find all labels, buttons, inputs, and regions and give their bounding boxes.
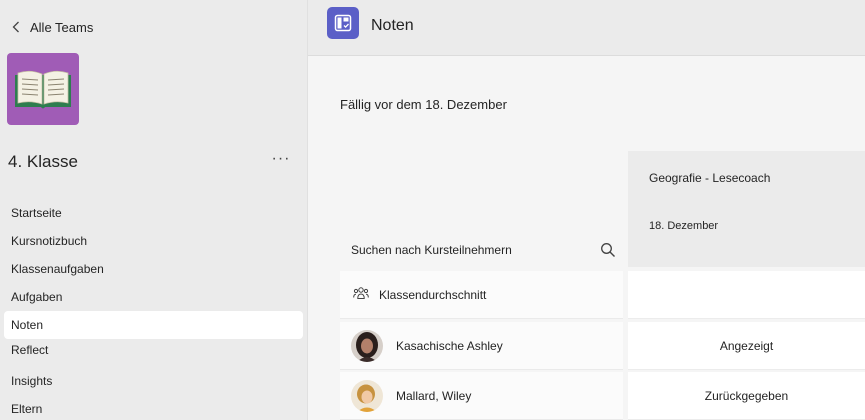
sidebar: Alle Teams 4. Klasse ··· Startseite Kurs… [0, 0, 308, 420]
sidebar-item-startseite[interactable]: Startseite [4, 199, 303, 227]
search-label: Suchen nach Kursteilnehmern [351, 243, 512, 257]
class-average-label: Klassendurchschnitt [379, 287, 487, 302]
team-navigation: Startseite Kursnotizbuch Klassenaufgaben… [4, 199, 303, 420]
back-to-teams-button[interactable]: Alle Teams [8, 14, 93, 40]
chevron-left-icon [8, 21, 24, 33]
team-name: 4. Klasse [8, 152, 78, 171]
sidebar-item-eltern[interactable]: Eltern [4, 395, 303, 420]
due-date-heading: Fällig vor dem 18. Dezember [340, 97, 507, 112]
student-avatar [351, 329, 383, 362]
class-average-row: Klassendurchschnitt [340, 271, 623, 319]
search-icon[interactable] [595, 237, 621, 263]
student-row[interactable]: Mallard, Wiley [340, 372, 623, 420]
back-label: Alle Teams [30, 19, 94, 35]
grade-status-cell[interactable]: Angezeigt [628, 322, 865, 370]
student-row[interactable]: Kasachische Ashley [340, 322, 623, 370]
sidebar-item-noten[interactable]: Noten [4, 311, 303, 339]
student-name: Kasachische Ashley [396, 338, 503, 353]
team-avatar[interactable] [7, 53, 79, 125]
sidebar-item-klassenaufgaben[interactable]: Klassenaufgaben [4, 255, 303, 283]
more-options-button[interactable]: ··· [270, 148, 292, 170]
assignment-column-header[interactable]: Geografie - Lesecoach 18. Dezember [628, 151, 865, 267]
people-group-icon [353, 286, 369, 303]
book-icon [15, 70, 71, 109]
student-avatar [351, 379, 383, 412]
app-header: Noten [308, 0, 865, 56]
grades-main: Noten Fällig vor dem 18. Dezember Geogra… [308, 0, 865, 420]
grades-icon [327, 7, 359, 39]
assignment-title: Geografie - Lesecoach [649, 171, 771, 185]
sidebar-item-kursnotizbuch[interactable]: Kursnotizbuch [4, 227, 303, 255]
student-name: Mallard, Wiley [396, 388, 472, 403]
sidebar-item-reflect[interactable]: Reflect [4, 339, 303, 361]
sidebar-item-insights[interactable]: Insights [4, 367, 303, 395]
page-title: Noten [371, 17, 414, 34]
grade-status-cell[interactable]: Zurückgegeben [628, 372, 865, 420]
class-average-cell [628, 271, 865, 319]
assignment-date: 18. Dezember [649, 220, 719, 232]
sidebar-item-aufgaben[interactable]: Aufgaben [4, 283, 303, 311]
student-search: Suchen nach Kursteilnehmern [340, 232, 623, 268]
